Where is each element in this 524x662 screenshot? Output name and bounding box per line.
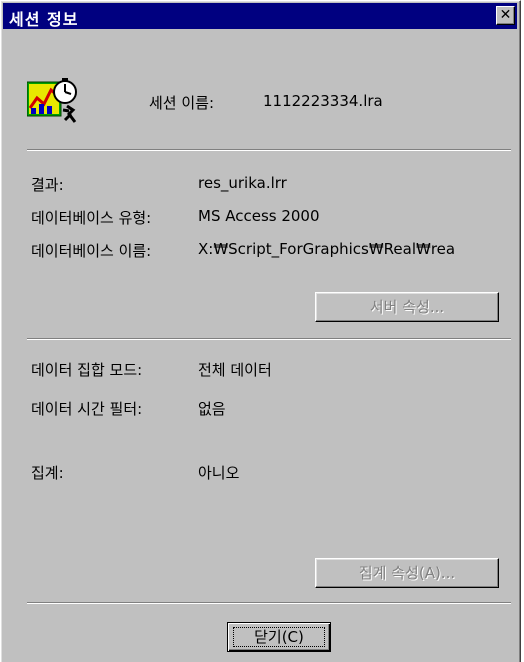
session-info-dialog: 세션 정보 ✕ 세션 이름: 1112223334.lra 결과: res_ur… — [0, 0, 521, 662]
db-type-label: 데이터베이스 유형: — [31, 209, 152, 227]
summary-properties-button[interactable]: 집계 속성(A)... — [315, 558, 499, 588]
db-name-label: 데이터베이스 이름: — [31, 242, 152, 260]
data-set-mode-label: 데이터 집합 모드: — [31, 361, 143, 379]
separator — [27, 338, 511, 340]
session-name-label: 세션 이름: — [149, 94, 215, 112]
db-type-value: MS Access 2000 — [198, 207, 320, 225]
data-set-mode-value: 전체 데이터 — [198, 361, 272, 379]
summary-value: 아니오 — [198, 464, 240, 482]
session-name-value: 1112223334.lra — [263, 92, 383, 110]
close-button[interactable]: 닫기(C) — [227, 622, 331, 652]
server-properties-button[interactable]: 서버 속성... — [315, 292, 499, 322]
separator — [27, 149, 511, 151]
time-filter-value: 없음 — [198, 400, 226, 418]
result-label: 결과: — [31, 176, 64, 194]
focus-ring — [233, 627, 325, 647]
analysis-session-icon — [27, 78, 77, 123]
summary-label: 집계: — [31, 464, 64, 482]
time-filter-label: 데이터 시간 필터: — [31, 400, 143, 418]
result-value: res_urika.lrr — [198, 174, 287, 192]
separator — [27, 602, 511, 604]
title-bar[interactable]: 세션 정보 ✕ — [3, 3, 517, 29]
close-icon[interactable]: ✕ — [496, 6, 515, 25]
db-name-value: X:₩Script_ForGraphics₩Real₩rea — [198, 240, 456, 258]
dialog-title: 세션 정보 — [9, 10, 79, 29]
